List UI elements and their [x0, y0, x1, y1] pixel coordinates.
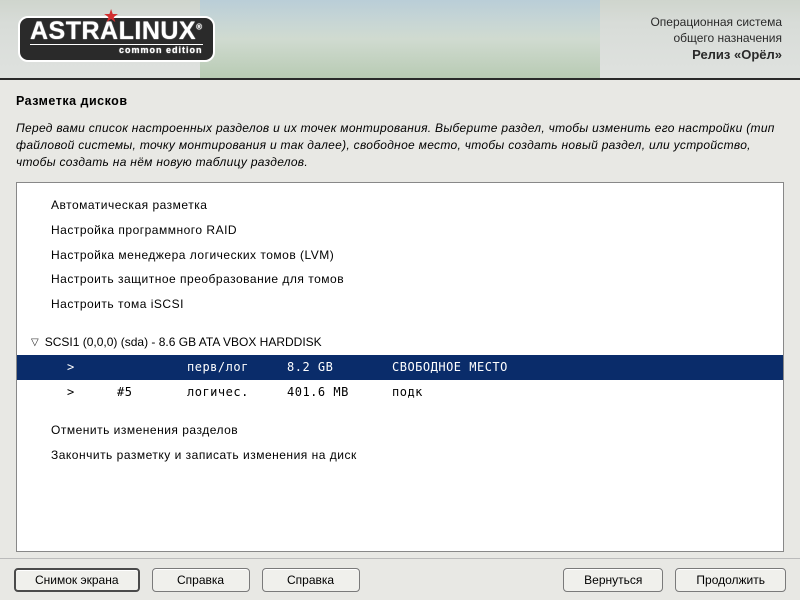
help-button-1[interactable]: Справка — [152, 568, 250, 592]
disk-header[interactable]: ▽ SCSI1 (0,0,0) (sda) - 8.6 GB ATA VBOX … — [17, 330, 783, 355]
page-title: Разметка дисков — [16, 94, 784, 108]
disk-rows: > перв/лог8.2 GBСВОБОДНОЕ МЕСТО >#5логичес… — [17, 355, 783, 404]
continue-button[interactable]: Продолжить — [675, 568, 786, 592]
partition-cell — [117, 358, 187, 377]
partition-panel: Автоматическая разметка Настройка програ… — [16, 182, 784, 552]
menu-lvm[interactable]: Настройка менеджера логических томов (LV… — [17, 243, 783, 268]
partition-cell: СВОБОДНОЕ МЕСТО — [392, 358, 783, 377]
partition-cell: > — [67, 358, 117, 377]
partition-cell: #5 — [117, 383, 187, 402]
partition-cell: перв/лог — [187, 358, 287, 377]
page-description: Перед вами список настроенных разделов и… — [16, 120, 784, 170]
chevron-down-icon: ▽ — [31, 335, 39, 351]
help-button-2[interactable]: Справка — [262, 568, 360, 592]
partition-cell: подк — [392, 383, 783, 402]
partition-row[interactable]: >#5логичес.401.6 MBподк — [17, 380, 783, 405]
disk-label: SCSI1 (0,0,0) (sda) - 8.6 GB ATA VBOX HA… — [45, 333, 322, 352]
partition-cell: > — [67, 383, 117, 402]
partition-row[interactable]: > перв/лог8.2 GBСВОБОДНОЕ МЕСТО — [17, 355, 783, 380]
os-line2: общего назначения — [650, 30, 782, 46]
header-background — [200, 0, 600, 78]
menu-iscsi[interactable]: Настроить тома iSCSI — [17, 292, 783, 317]
release-label: Релиз «Орёл» — [650, 46, 782, 64]
partition-cell: 401.6 MB — [287, 383, 392, 402]
screenshot-button[interactable]: Снимок экрана — [14, 568, 140, 592]
content: Разметка дисков Перед вами список настро… — [0, 80, 800, 566]
menu-undo[interactable]: Отменить изменения разделов — [17, 418, 783, 443]
menu-crypto[interactable]: Настроить защитное преобразование для то… — [17, 267, 783, 292]
footer: Снимок экрана Справка Справка Вернуться … — [0, 558, 800, 600]
menu-finish[interactable]: Закончить разметку и записать изменения … — [17, 443, 783, 468]
logo: ★ ASTRALINUX® common edition — [18, 16, 215, 63]
header-right: Операционная система общего назначения Р… — [650, 14, 782, 64]
star-icon: ★ — [103, 6, 119, 27]
back-button[interactable]: Вернуться — [563, 568, 663, 592]
partition-cell: логичес. — [187, 383, 287, 402]
partition-cell: 8.2 GB — [287, 358, 392, 377]
os-line1: Операционная система — [650, 14, 782, 30]
menu-raid[interactable]: Настройка программного RAID — [17, 218, 783, 243]
logo-sub: common edition — [30, 44, 203, 54]
header: ★ ASTRALINUX® common edition Операционна… — [0, 0, 800, 78]
menu-auto-partition[interactable]: Автоматическая разметка — [17, 193, 783, 218]
